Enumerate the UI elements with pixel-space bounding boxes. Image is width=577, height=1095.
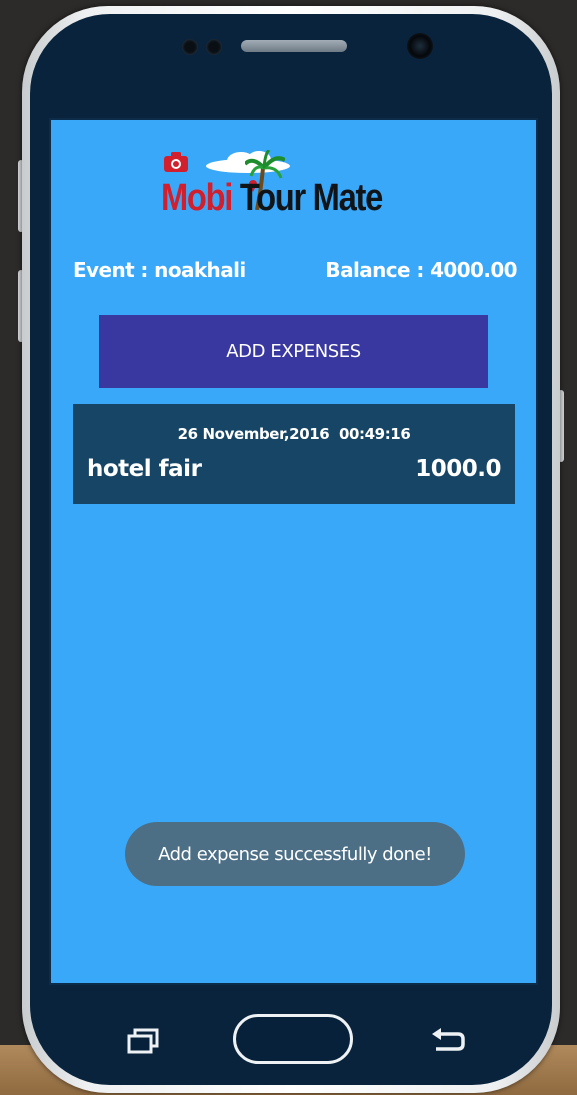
logo-tour-mate-text: Tour Mate bbox=[239, 177, 383, 219]
app-screen: Mobi Tour Mate Event : noakhali Balance … bbox=[49, 118, 538, 985]
app-logo-text: Mobi Tour Mate bbox=[161, 176, 383, 220]
event-info-row: Event : noakhali Balance : 4000.00 bbox=[73, 258, 518, 282]
front-camera bbox=[407, 33, 433, 59]
expense-amount: 1000.0 bbox=[415, 456, 501, 482]
balance-label: Balance : 4000.00 bbox=[325, 258, 517, 282]
expense-list-item[interactable]: 26 November,2016 00:49:16 hotel fair 100… bbox=[73, 404, 515, 504]
recent-apps-icon[interactable] bbox=[126, 1028, 160, 1054]
earpiece-speaker bbox=[241, 40, 347, 52]
event-label: Event : noakhali bbox=[73, 258, 246, 282]
add-expenses-button[interactable]: ADD EXPENSES bbox=[99, 315, 488, 388]
back-arrow-icon[interactable] bbox=[430, 1026, 466, 1054]
camera-icon bbox=[164, 152, 188, 172]
expense-datetime: 26 November,2016 00:49:16 bbox=[177, 425, 411, 443]
app-logo: Mobi Tour Mate bbox=[161, 150, 431, 224]
expense-name: hotel fair bbox=[87, 456, 202, 482]
logo-mobi-text: Mobi bbox=[161, 177, 233, 219]
proximity-sensor bbox=[182, 39, 198, 55]
toast-message: Add expense successfully done! bbox=[125, 822, 465, 886]
home-button[interactable] bbox=[233, 1014, 353, 1064]
light-sensor bbox=[206, 39, 222, 55]
